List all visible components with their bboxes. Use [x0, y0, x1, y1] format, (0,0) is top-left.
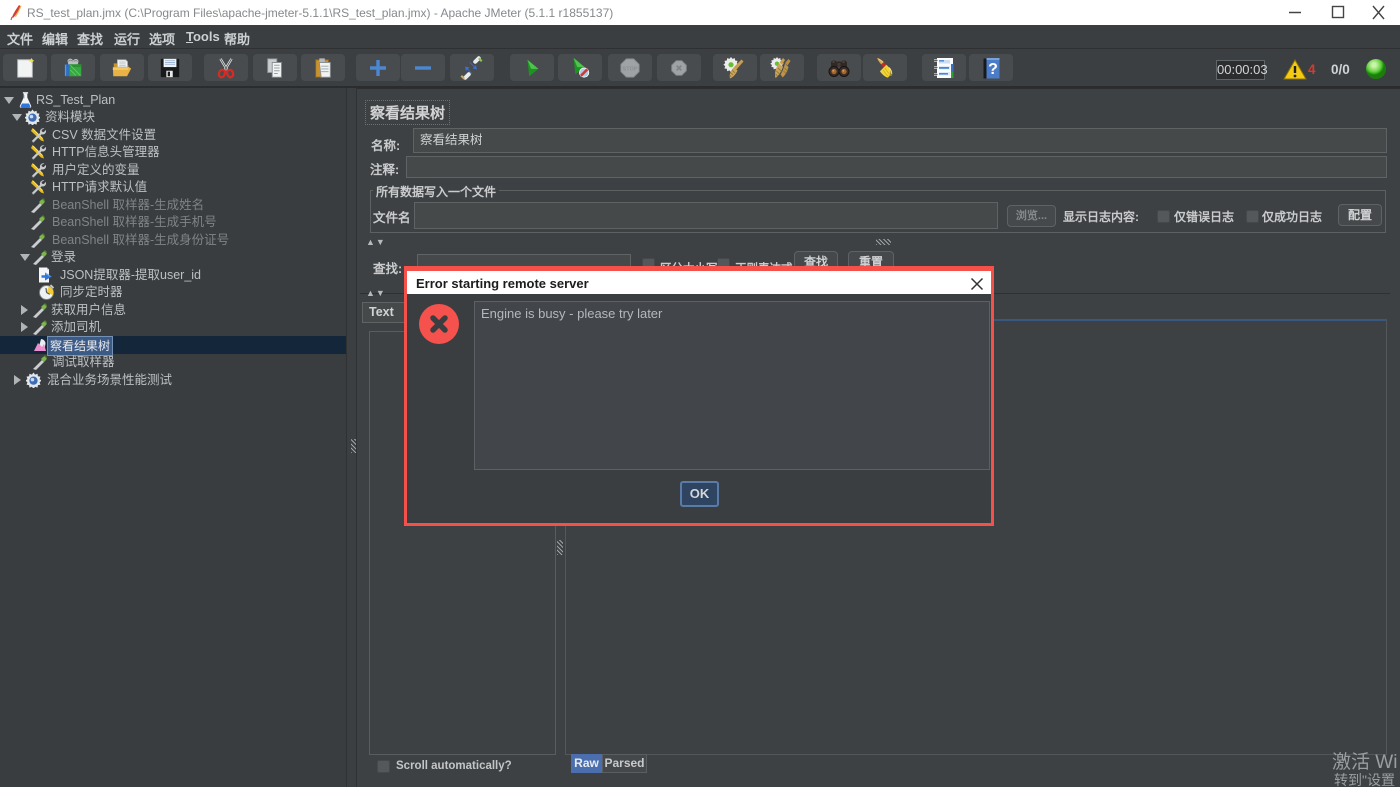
svg-text:STOP: STOP — [623, 66, 638, 72]
svg-text:?: ? — [988, 61, 998, 78]
